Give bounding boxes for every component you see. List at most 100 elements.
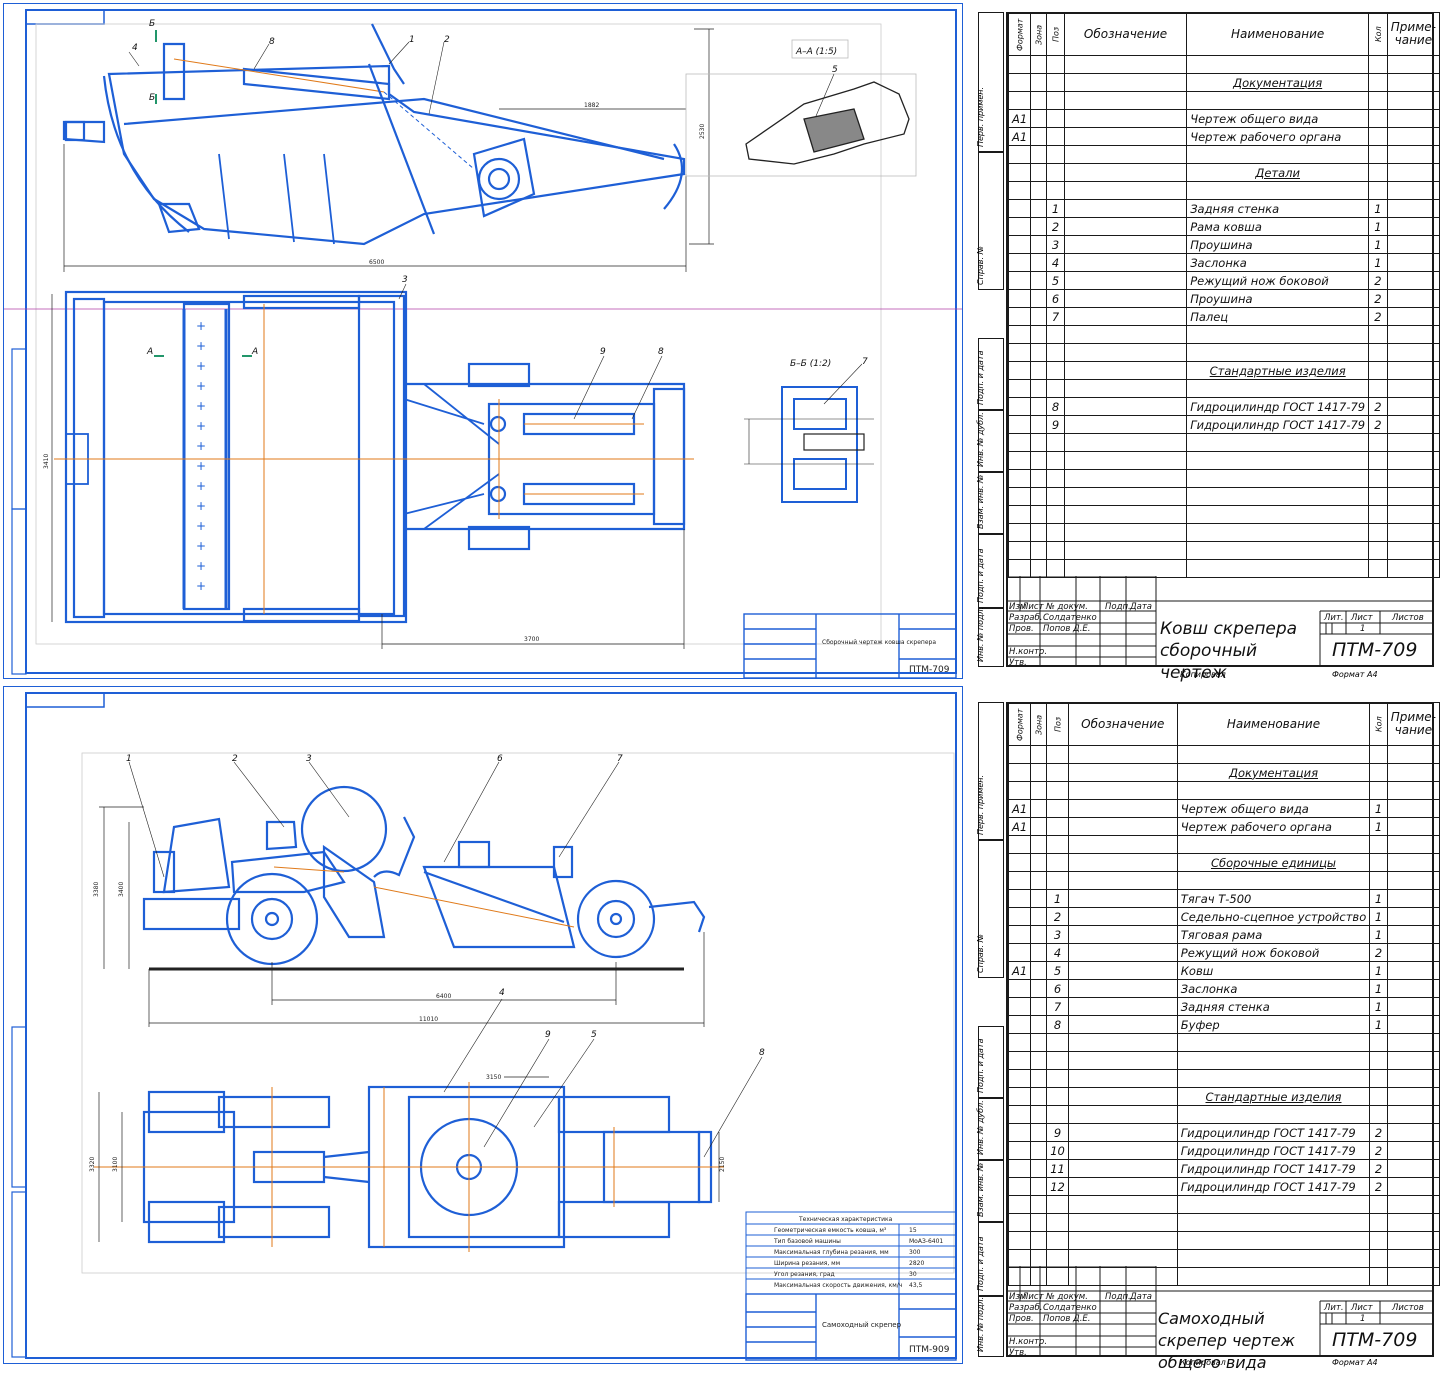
tb2-doc: № докум. [1046, 1292, 1088, 1302]
spec-cell-format [1007, 217, 1032, 236]
callout-2-side: 2 [232, 754, 238, 764]
spec-cell-zone [1030, 487, 1048, 506]
spec-cell-name: Задняя стенка [1176, 997, 1371, 1016]
side-label-inv-dubl: Инв. № дубл. [976, 1100, 985, 1155]
spec-row: 9 Гидроцилиндр ГОСТ 1417-79 2 [1007, 415, 1440, 434]
spec-cell-zone [1030, 781, 1048, 800]
spec-cell-qty [1368, 469, 1388, 488]
spec-cell-format [1007, 907, 1032, 926]
spec-row: Стандартные изделия [1007, 1087, 1440, 1106]
tech-row-key: Ширина резания, мм [774, 1260, 840, 1267]
hdr-format: Формат [1008, 702, 1031, 746]
bucket-drawing-svg: 1882 2530 6500 4 8 1 2 Б Б А–А (1:5) 5 +… [4, 9, 962, 678]
spec-cell-name: Ковш [1176, 961, 1371, 980]
spec-cell-qty: 2 [1369, 943, 1388, 962]
spec-cell-pos: 4 [1046, 253, 1065, 272]
spec-cell-designation [1067, 781, 1178, 800]
spec-cell-format [1007, 943, 1032, 962]
spec-cell-zone [1030, 835, 1048, 854]
spec-cell-format [1007, 199, 1032, 218]
spec-cell-zone [1030, 109, 1048, 128]
spec-cell-pos [1046, 451, 1065, 470]
spec-cell-designation [1067, 1033, 1178, 1052]
spec-cell-zone [1030, 541, 1048, 560]
dim-3700: 3700 [524, 636, 539, 643]
spec-row: Документация [1007, 73, 1440, 92]
spec-cell-format [1007, 1105, 1032, 1124]
spec-row [1007, 487, 1440, 506]
spec1-table: Формат Зона Поз Обозначение Наименование… [1007, 12, 1440, 578]
spec-cell-format [1007, 763, 1032, 782]
spec-row: 8 Буфер 1 [1007, 1015, 1440, 1034]
spec-row: 2 Рама ковша 1 [1007, 217, 1440, 236]
spec-cell-name: Стандартные изделия [1176, 1087, 1371, 1106]
spec-cell-name: Буфер [1176, 1015, 1371, 1034]
spec-cell-qty [1369, 871, 1388, 890]
dim-3150: 3150 [486, 1074, 501, 1081]
spec-cell-zone [1030, 145, 1048, 164]
spec-row: 8 Гидроцилиндр ГОСТ 1417-79 2 [1007, 397, 1440, 416]
spec-cell-name: Гидроцилиндр ГОСТ 1417-79 [1176, 1123, 1371, 1142]
spec-cell-pos [1046, 1069, 1069, 1088]
spec-cell-name: Гидроцилиндр ГОСТ 1417-79 [1186, 415, 1370, 434]
spec-cell-name: Гидроцилиндр ГОСТ 1417-79 [1176, 1141, 1371, 1160]
spec-cell-pos: 1 [1046, 199, 1065, 218]
spec-row [1007, 559, 1440, 578]
hdr-pos: Поз [1046, 12, 1065, 56]
tech-row-value: 2820 [909, 1260, 924, 1267]
tb2-list: Лист [1022, 1292, 1044, 1302]
spec-cell-note [1386, 817, 1440, 836]
spec-cell-pos [1046, 325, 1065, 344]
spec-cell-note [1386, 55, 1440, 74]
spec-cell-zone [1030, 817, 1048, 836]
svg-text:+: + [196, 539, 206, 553]
spec-cell-zone [1030, 127, 1048, 146]
spec-cell-qty [1368, 181, 1388, 200]
svg-text:+: + [196, 399, 206, 413]
spec-cell-format [1007, 853, 1032, 872]
side-label-podp1: Подп. и дата [976, 1038, 985, 1094]
section-mark-b-bottom: Б [149, 93, 155, 103]
spec2-table: Формат Зона Поз Обозначение Наименование… [1007, 702, 1440, 1286]
tb1-razrab-name: Солдатенко [1043, 613, 1097, 623]
scraper-side-view [142, 785, 706, 971]
spec-row: 7 Задняя стенка 1 [1007, 997, 1440, 1016]
spec-row: 12 Гидроцилиндр ГОСТ 1417-79 2 [1007, 1177, 1440, 1196]
spec-cell-zone [1030, 253, 1048, 272]
spec-cell-qty: 1 [1369, 799, 1388, 818]
spec-cell-note [1386, 1033, 1440, 1052]
spec-cell-format [1007, 73, 1032, 92]
callout-8-side: 8 [269, 37, 275, 47]
spec-cell-zone [1030, 1141, 1048, 1160]
tech-row-key: Геометрическая емкость ковша, м³ [774, 1227, 887, 1234]
spec-cell-name: Тяговая рама [1176, 925, 1371, 944]
spec-cell-zone [1030, 361, 1048, 380]
dim-3320: 3320 [89, 1157, 96, 1172]
spec-cell-format [1007, 925, 1032, 944]
drawing-sheet-scraper: 3380 3400 6400 11010 1 2 3 6 7 3320 3100… [3, 686, 963, 1364]
spec-cell-pos: 8 [1046, 1015, 1069, 1034]
callout-8-plan: 8 [759, 1048, 765, 1058]
spec-cell-note [1386, 415, 1440, 434]
spec-cell-note [1386, 523, 1440, 542]
spec-cell-name [1186, 523, 1370, 542]
spec-cell-designation [1063, 559, 1188, 578]
spec-cell-pos [1046, 127, 1065, 146]
spec-cell-designation [1067, 817, 1178, 836]
spec-cell-qty: 2 [1369, 1141, 1388, 1160]
spec-cell-qty [1368, 109, 1388, 128]
callout-2-side: 2 [444, 35, 450, 45]
spec-cell-note [1386, 253, 1440, 272]
spec-cell-name [1176, 1033, 1371, 1052]
spec-row [1007, 1033, 1440, 1052]
tb2-podp: Подп. [1105, 1292, 1131, 1302]
spec-cell-zone [1030, 889, 1048, 908]
spec-cell-note [1386, 541, 1440, 560]
spec-cell-zone [1030, 943, 1048, 962]
spec-cell-qty [1369, 1051, 1388, 1070]
spec-cell-zone [1030, 1033, 1048, 1052]
spec-cell-format [1007, 871, 1032, 890]
spec-cell-note [1386, 559, 1440, 578]
spec-cell-qty [1369, 745, 1388, 764]
tb1-lit: Лит. [1324, 613, 1344, 623]
